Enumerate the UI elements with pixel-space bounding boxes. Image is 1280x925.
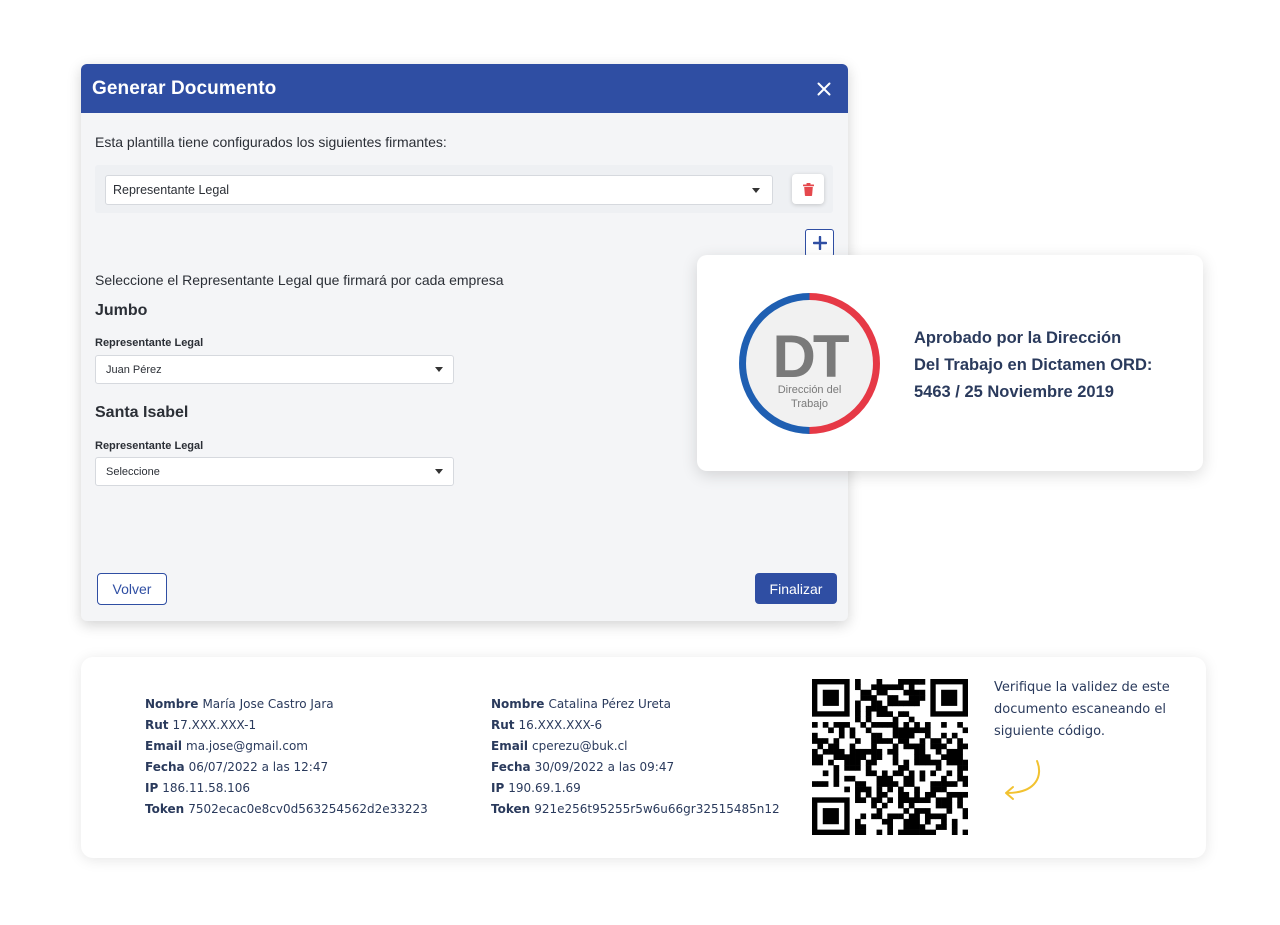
field-label-legal-rep: Representante Legal <box>95 440 204 452</box>
signer-field-label: Rut <box>491 718 515 732</box>
seal-text-line2: Trabajo <box>791 398 828 410</box>
seal-text-line1: Dirección del <box>778 384 842 396</box>
legal-rep-select-santa-isabel[interactable]: Seleccione <box>95 457 454 486</box>
close-icon <box>817 82 831 95</box>
modal-title: Generar Documento <box>92 77 277 99</box>
signer-field-label: IP <box>145 781 159 795</box>
signer-token: 921e256t95255r5w6u66gr32515485n12 <box>534 802 780 816</box>
signer-field-label: Token <box>491 802 531 816</box>
dt-text-line3: 5463 / 25 Noviembre 2019 <box>914 383 1114 401</box>
signer-name: Catalina Pérez Ureta <box>548 697 671 711</box>
finish-button[interactable]: Finalizar <box>755 573 837 604</box>
signer-field-label: Rut <box>145 718 169 732</box>
dt-approval-text: Aprobado por la Dirección Del Trabajo en… <box>914 325 1184 406</box>
signer-role-select[interactable]: Representante Legal <box>105 175 773 205</box>
close-button[interactable] <box>812 77 836 101</box>
signer-field-label: Fecha <box>491 760 531 774</box>
direccion-del-trabajo-seal: DT Dirección del Trabajo <box>739 293 880 434</box>
dt-text-line2: Del Trabajo en Dictamen ORD: <box>914 356 1153 374</box>
signer-rut: 17.XXX.XXX-1 <box>172 718 257 732</box>
signer-role-value: Representante Legal <box>113 183 230 197</box>
signer-info-1: Nombre María Jose Castro Jara Rut 17.XXX.X… <box>145 694 428 820</box>
signers-intro-text: Esta plantilla tiene configurados los si… <box>95 134 447 150</box>
signer-ip: 190.69.1.69 <box>508 781 581 795</box>
company-name-santa-isabel: Santa Isabel <box>95 404 189 421</box>
delete-signer-button[interactable] <box>792 174 824 204</box>
field-label-legal-rep: Representante Legal <box>95 337 204 349</box>
verify-line2: documento escaneando el <box>994 702 1166 717</box>
seal-initials: DT <box>773 323 849 390</box>
caret-down-icon <box>435 367 443 372</box>
signer-name: María Jose Castro Jara <box>202 697 334 711</box>
signer-date: 30/09/2022 a las 09:47 <box>534 760 675 774</box>
curved-arrow-icon <box>1005 760 1041 800</box>
signer-info-2: Nombre Catalina Pérez Ureta Rut 16.XXX.XXX… <box>491 694 780 820</box>
legal-rep-select-jumbo[interactable]: Juan Pérez <box>95 355 454 384</box>
trash-icon <box>802 182 814 196</box>
verify-instructions: Verifique la validez de este documento e… <box>994 677 1184 743</box>
signer-email: ma.jose@gmail.com <box>186 739 308 753</box>
signer-token: 7502ecac0e8cv0d563254562d2e33223 <box>188 802 428 816</box>
signer-field-label: Nombre <box>145 697 199 711</box>
signer-email: cperezu@buk.cl <box>532 739 628 753</box>
signer-rut: 16.XXX.XXX-6 <box>518 718 603 732</box>
add-signer-button[interactable] <box>805 229 834 257</box>
signer-date: 06/07/2022 a las 12:47 <box>188 760 329 774</box>
verify-line3: siguiente código. <box>994 724 1106 739</box>
signer-field-label: Token <box>145 802 185 816</box>
plus-icon <box>812 236 827 250</box>
legal-rep-value: Seleccione <box>106 465 160 478</box>
signer-field-label: Email <box>491 739 529 753</box>
legal-rep-value: Juan Pérez <box>106 363 162 376</box>
signer-field-label: Email <box>145 739 183 753</box>
signer-field-label: Fecha <box>145 760 185 774</box>
dt-text-line1: Aprobado por la Dirección <box>914 329 1122 347</box>
verify-line1: Verifique la validez de este <box>994 680 1170 695</box>
legal-rep-instruction: Seleccione el Representante Legal que fi… <box>95 272 504 288</box>
signer-field-label: Nombre <box>491 697 545 711</box>
signature-verification-card: Nombre María Jose Castro Jara Rut 17.XXX.X… <box>81 657 1206 858</box>
qr-code-icon[interactable] <box>812 679 968 835</box>
signer-field-label: IP <box>491 781 505 795</box>
signer-ip: 186.11.58.106 <box>162 781 251 795</box>
modal-header: Generar Documento <box>81 64 848 113</box>
company-name-jumbo: Jumbo <box>95 302 148 319</box>
back-button[interactable]: Volver <box>97 573 167 605</box>
caret-down-icon <box>435 469 443 474</box>
signer-row: Representante Legal <box>95 165 833 213</box>
caret-down-icon <box>752 187 760 193</box>
dt-approval-card: DT Dirección del Trabajo Aprobado por la… <box>697 255 1203 471</box>
